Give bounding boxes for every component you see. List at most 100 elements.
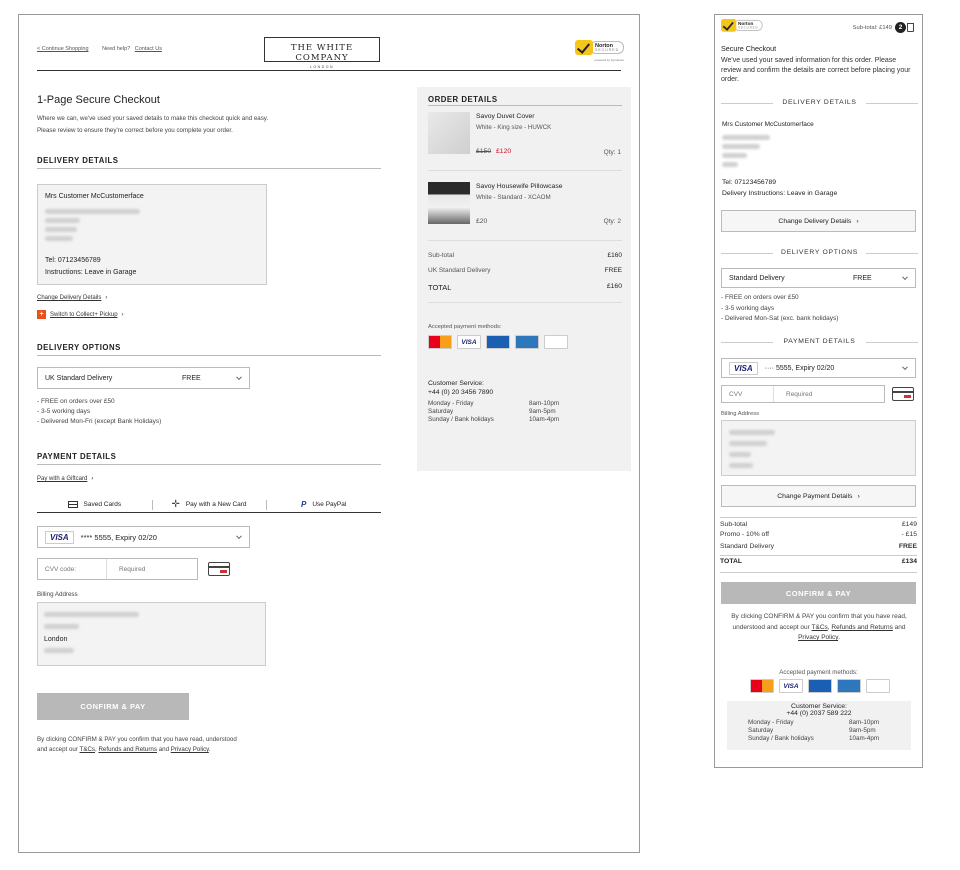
delivery-address-card: Mrs Customer McCustomerface Tel: 0712345…: [37, 184, 267, 285]
redacted-address: [722, 131, 782, 171]
tcs-link[interactable]: T&Cs: [812, 624, 828, 631]
divider: [720, 517, 917, 518]
divider: [428, 302, 622, 303]
contact-us-link[interactable]: Contact Us: [135, 46, 162, 52]
cvv-field: CVV code:: [37, 558, 198, 580]
delivery-note: - FREE on orders over £50: [721, 294, 799, 301]
privacy-link[interactable]: Privacy Policy: [798, 634, 838, 641]
collect-link-label[interactable]: Switch to Collect+ Pickup: [50, 312, 118, 318]
tab-paypal[interactable]: P Use PayPal: [266, 497, 381, 512]
sale-price: £120: [496, 148, 512, 155]
customer-name: Mrs Customer McCustomerface: [722, 121, 814, 128]
page-title: 1-Page Secure Checkout: [37, 94, 160, 106]
refunds-link[interactable]: Refunds and Returns: [831, 624, 892, 631]
product-name[interactable]: Savoy Housewife Pillowcase: [476, 183, 563, 190]
delivery-note: - Delivered Mon-Fri (except Bank Holiday…: [37, 418, 162, 425]
opening-hours: Monday - Friday 8am-10pm Saturday 9am-5pm …: [727, 717, 911, 743]
tcs-link[interactable]: T&Cs: [80, 746, 95, 753]
hours-time: 8am-10pm: [529, 400, 560, 407]
button-label: Change Payment Details: [777, 492, 853, 500]
norton-sub: SECURED: [595, 47, 620, 52]
checkmark-icon: [721, 19, 737, 32]
header-divider: [37, 70, 621, 71]
delivery-options-heading: DELIVERY OPTIONS: [721, 249, 918, 256]
redacted-address-line: [729, 441, 767, 446]
intro-line-1: Where we can, we've used your saved deta…: [37, 115, 269, 122]
chevron-right-icon: ›: [105, 295, 108, 301]
cvv-input[interactable]: [107, 559, 197, 579]
hours-row: Sunday / Bank holidays 10am-4pm: [428, 416, 559, 424]
row-value: £160: [606, 283, 622, 290]
credit-card-icon: [67, 501, 78, 508]
total-row: TOTAL £134: [720, 558, 917, 565]
payment-methods: VISA: [750, 679, 890, 693]
product-price: £150 £120: [476, 148, 511, 155]
brand-logo[interactable]: THE WHITE COMPANY LONDON: [264, 37, 380, 69]
redacted-address-line: [45, 236, 73, 241]
customer-service-title: Customer Service:: [791, 703, 847, 710]
product-image-pillowcase[interactable]: [428, 182, 470, 224]
saved-card-select[interactable]: VISA ···· 5555, Expiry 02/20: [721, 358, 916, 378]
delivery-option-select[interactable]: UK Standard Delivery FREE: [37, 367, 250, 389]
confirm-pay-button[interactable]: CONFIRM & PAY: [37, 693, 189, 720]
giftcard-link-label[interactable]: Pay with a Giftcard: [37, 476, 87, 482]
delivery-option-select[interactable]: Standard Delivery FREE: [721, 268, 916, 288]
continue-shopping-link[interactable]: < Continue Shopping: [37, 46, 89, 52]
total-row: TOTAL £160: [428, 283, 622, 292]
customer-service-phone: +44 (0) 2037 589 222: [786, 710, 852, 717]
paypal-icon: [544, 335, 568, 349]
desktop-checkout-frame: < Continue Shopping Need help? Contact U…: [18, 14, 640, 853]
cvv-input[interactable]: [774, 386, 884, 402]
pay-with-giftcard[interactable]: Pay with a Giftcard ›: [37, 476, 93, 482]
row-value: FREE: [604, 267, 622, 274]
confirm-pay-button[interactable]: CONFIRM & PAY: [721, 582, 916, 604]
saved-card-label: ···· 5555, Expiry 02/20: [764, 364, 835, 372]
hours-day: Monday - Friday: [428, 400, 474, 407]
tab-new-card[interactable]: ✛ Pay with a New Card: [151, 497, 267, 512]
cvv-field: CVV: [721, 385, 885, 403]
row-label: Standard Delivery: [720, 543, 775, 550]
shopping-bag-icon: [907, 23, 914, 32]
change-delivery-button[interactable]: Change Delivery Details ›: [721, 210, 916, 232]
amex-icon: [515, 335, 539, 349]
customer-name: Mrs Customer McCustomerface: [45, 193, 144, 200]
privacy-link[interactable]: Privacy Policy: [171, 746, 209, 753]
chevron-down-icon: [236, 533, 242, 540]
divider: [428, 240, 622, 241]
plus-icon: ✛: [171, 499, 180, 510]
row-value: £134: [901, 558, 917, 565]
delivery-option-price: FREE: [853, 274, 872, 282]
row-value: £160: [607, 252, 622, 259]
redacted-address-line: [729, 430, 775, 435]
saved-card-label: **** 5555, Expiry 02/20: [80, 532, 157, 542]
payment-methods: VISA: [428, 335, 568, 349]
product-qty: Qty: 1: [603, 149, 621, 156]
top-nav: < Continue Shopping Need help? Contact U…: [37, 46, 174, 52]
refunds-link[interactable]: Refunds and Returns: [98, 746, 156, 753]
order-details-heading: ORDER DETAILS: [428, 95, 498, 104]
hours-row: Monday - Friday 8am-10pm: [748, 719, 911, 727]
delivery-option-label: Standard Delivery: [729, 274, 785, 282]
row-label: Promo - 10% off: [720, 531, 769, 538]
delivery-instructions: Instructions: Leave in Garage: [45, 269, 137, 276]
saved-card-select[interactable]: VISA **** 5555, Expiry 02/20: [37, 526, 250, 548]
customer-tel: Tel: 07123456789: [722, 179, 777, 186]
change-delivery-link-label[interactable]: Change Delivery Details: [37, 295, 101, 301]
row-label: TOTAL: [720, 558, 743, 565]
change-payment-button[interactable]: Change Payment Details ›: [721, 485, 916, 507]
change-delivery-details[interactable]: Change Delivery Details ›: [37, 295, 107, 301]
chevron-right-icon: ›: [856, 217, 859, 225]
payment-methods-label: Accepted payment methods:: [779, 669, 858, 676]
chevron-right-icon: ›: [857, 492, 860, 500]
row-label: Sub-total: [428, 252, 455, 259]
product-image-duvet[interactable]: [428, 112, 470, 154]
paypal-icon: P: [301, 500, 307, 509]
switch-collect-pickup[interactable]: + Switch to Collect+ Pickup ›: [37, 310, 124, 319]
product-name[interactable]: Savoy Duvet Cover: [476, 113, 535, 120]
legal-text: By clicking CONFIRM & PAY you confirm th…: [731, 613, 907, 641]
delivery-note: - 3-5 working days: [721, 304, 775, 312]
brand-location: LONDON: [310, 65, 334, 69]
hours-day: Sunday / Bank holidays: [428, 416, 494, 423]
mini-basket[interactable]: Sub-total: £149 2: [853, 22, 914, 33]
tab-saved-cards[interactable]: Saved Cards: [37, 497, 152, 512]
